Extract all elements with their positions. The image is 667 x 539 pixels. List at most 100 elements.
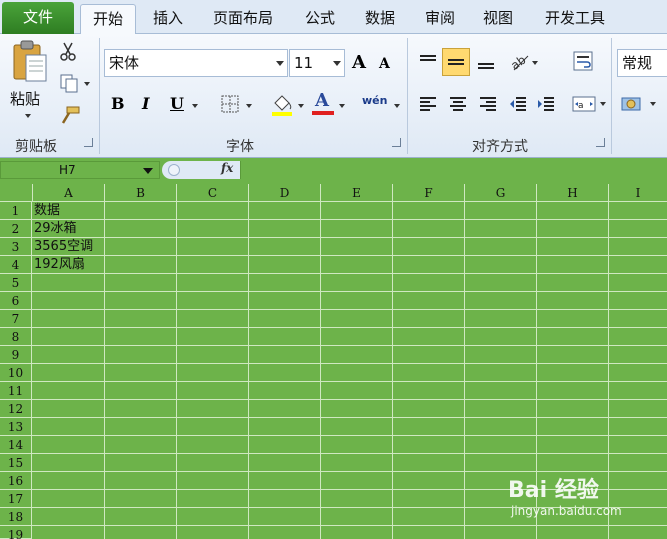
group-separator	[99, 38, 100, 154]
row-header[interactable]: 9	[0, 346, 32, 364]
gridline	[0, 399, 667, 400]
shrink-font-icon[interactable]: A	[379, 56, 390, 72]
tab-page-layout[interactable]: 页面布局	[202, 4, 284, 34]
italic-button[interactable]: I	[142, 94, 149, 113]
column-header[interactable]: G	[465, 184, 537, 202]
orientation-dropdown-arrow[interactable]	[532, 61, 538, 65]
bold-button[interactable]: B	[111, 94, 125, 113]
baidu-watermark-url: jingyan.baidu.com	[511, 504, 622, 518]
ribbon: 粘贴 剪贴板 宋体 11 A A B I U A wén 字体 ab 对齐方式 …	[0, 34, 667, 158]
row-header[interactable]: 14	[0, 436, 32, 454]
font-dialog-launcher[interactable]	[392, 138, 401, 147]
row-header[interactable]: 11	[0, 382, 32, 400]
borders-icon[interactable]	[220, 94, 240, 114]
font-size-value: 11	[294, 54, 314, 72]
row-header[interactable]: 19	[0, 526, 32, 539]
row-header[interactable]: 6	[0, 292, 32, 310]
copy-icon[interactable]	[58, 72, 80, 94]
row-header[interactable]: 18	[0, 508, 32, 526]
column-header[interactable]: I	[609, 184, 667, 202]
number-format-combo[interactable]: 常规	[617, 49, 667, 77]
align-center-icon[interactable]	[446, 92, 470, 116]
cell-a4[interactable]: 192风扇	[33, 256, 85, 274]
font-color-dropdown-arrow[interactable]	[339, 104, 345, 108]
accounting-format-icon[interactable]	[620, 92, 646, 116]
phonetic-dropdown-arrow[interactable]	[394, 104, 400, 108]
group-separator	[407, 38, 408, 154]
clipboard-dialog-launcher[interactable]	[84, 138, 93, 147]
font-group-label: 字体	[226, 139, 254, 155]
accounting-dropdown-arrow[interactable]	[650, 102, 656, 106]
row-header[interactable]: 1	[0, 202, 32, 220]
tab-home[interactable]: 开始	[80, 4, 136, 35]
tab-developer[interactable]: 开发工具	[532, 4, 618, 34]
column-header[interactable]: E	[321, 184, 393, 202]
cell-a1[interactable]: 数据	[33, 202, 60, 220]
align-left-icon[interactable]	[416, 92, 440, 116]
underline-button[interactable]: U	[170, 94, 184, 113]
orientation-icon[interactable]: ab	[506, 48, 532, 74]
column-header[interactable]: F	[393, 184, 465, 202]
row-header[interactable]: 7	[0, 310, 32, 328]
row-header[interactable]: 4	[0, 256, 32, 274]
cut-icon[interactable]	[58, 40, 78, 62]
tab-view[interactable]: 视图	[472, 4, 524, 34]
row-header[interactable]: 2	[0, 220, 32, 238]
row-header[interactable]: 5	[0, 274, 32, 292]
paste-dropdown-arrow[interactable]	[25, 114, 31, 118]
fill-color-dropdown-arrow[interactable]	[298, 104, 304, 108]
align-top-icon[interactable]	[416, 50, 440, 74]
formula-bar: H7 fx	[0, 158, 667, 182]
merge-center-icon[interactable]: a	[570, 92, 598, 116]
formula-input[interactable]	[240, 161, 667, 179]
insert-function-icon[interactable]: fx	[221, 161, 233, 175]
font-color-swatch	[312, 111, 334, 115]
copy-dropdown-arrow[interactable]	[84, 82, 90, 86]
row-header[interactable]: 13	[0, 418, 32, 436]
underline-dropdown-arrow[interactable]	[192, 104, 198, 108]
column-header[interactable]: A	[33, 184, 105, 202]
column-header[interactable]: D	[249, 184, 321, 202]
decrease-indent-icon[interactable]	[506, 92, 530, 116]
merge-dropdown-arrow[interactable]	[600, 102, 606, 106]
wrap-text-icon[interactable]	[570, 48, 596, 74]
row-header[interactable]: 17	[0, 490, 32, 508]
alignment-dialog-launcher[interactable]	[596, 138, 605, 147]
column-header[interactable]: H	[537, 184, 609, 202]
borders-dropdown-arrow[interactable]	[246, 104, 252, 108]
tab-file[interactable]: 文件	[2, 2, 74, 34]
name-box[interactable]: H7	[0, 161, 160, 179]
select-all-corner[interactable]	[0, 184, 33, 202]
tab-data[interactable]: 数据	[354, 4, 406, 34]
fill-color-icon[interactable]	[270, 92, 294, 118]
align-middle-icon[interactable]	[442, 48, 470, 76]
formula-bar-handle[interactable]	[168, 164, 180, 176]
format-painter-icon[interactable]	[58, 104, 82, 126]
align-right-icon[interactable]	[476, 92, 500, 116]
paste-label[interactable]: 粘贴	[10, 88, 40, 109]
row-header[interactable]: 10	[0, 364, 32, 382]
font-size-combo[interactable]: 11	[289, 49, 345, 77]
tab-review[interactable]: 审阅	[414, 4, 466, 34]
row-header[interactable]: 15	[0, 454, 32, 472]
font-name-combo[interactable]: 宋体	[104, 49, 288, 77]
align-bottom-icon[interactable]	[474, 50, 498, 74]
phonetic-icon[interactable]: wén	[362, 94, 387, 107]
grow-font-icon[interactable]: A	[352, 52, 366, 73]
row-header[interactable]: 12	[0, 400, 32, 418]
gridline	[0, 417, 667, 418]
font-color-button[interactable]: A	[312, 90, 334, 116]
row-header[interactable]: 3	[0, 238, 32, 256]
row-header[interactable]: 8	[0, 328, 32, 346]
ribbon-tab-bar: 文件 开始 插入 页面布局 公式 数据 审阅 视图 开发工具	[0, 0, 667, 35]
cell-a2[interactable]: 29冰箱	[33, 220, 77, 238]
tab-formulas[interactable]: 公式	[294, 4, 346, 34]
column-header[interactable]: C	[177, 184, 249, 202]
name-box-dropdown-icon[interactable]	[143, 168, 153, 174]
increase-indent-icon[interactable]	[534, 92, 558, 116]
cell-a3[interactable]: 3565空调	[33, 238, 93, 256]
column-header[interactable]: B	[105, 184, 177, 202]
paste-icon[interactable]	[8, 38, 52, 84]
tab-insert[interactable]: 插入	[142, 4, 194, 34]
row-header[interactable]: 16	[0, 472, 32, 490]
